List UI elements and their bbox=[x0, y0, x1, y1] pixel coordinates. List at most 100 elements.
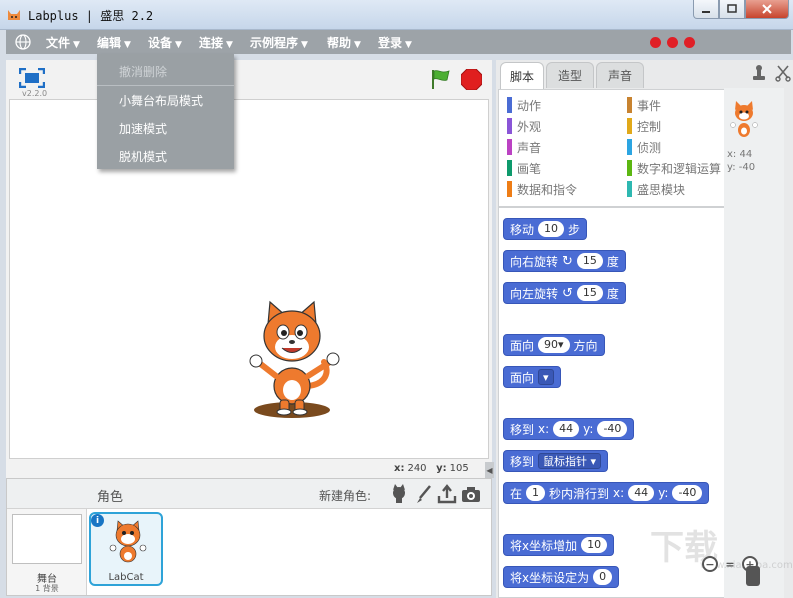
category-operators[interactable]: 数字和逻辑运算 bbox=[627, 160, 721, 177]
paint-brush-icon[interactable] bbox=[414, 484, 434, 504]
labcat-sprite[interactable] bbox=[246, 300, 346, 422]
menu-device[interactable]: 设备 ▼ bbox=[148, 34, 182, 51]
script-area-scrollbar[interactable] bbox=[746, 566, 760, 586]
stamp-icon[interactable] bbox=[751, 64, 767, 82]
sprite-y: y: -40 bbox=[727, 162, 756, 173]
sprite-name: LabCat bbox=[108, 572, 144, 583]
seconds-input[interactable]: 1 bbox=[526, 485, 546, 501]
degrees-input[interactable]: 15 bbox=[576, 285, 603, 301]
category-data[interactable]: 数据和指令 bbox=[507, 181, 577, 198]
menu-item-turbo-mode[interactable]: 加速模式 bbox=[119, 120, 167, 137]
stage-selector-header bbox=[7, 479, 87, 509]
current-sprite-icon bbox=[730, 101, 758, 137]
block-goto-xy[interactable]: 移到 x: 44 y: -40 bbox=[503, 418, 635, 440]
upload-icon[interactable] bbox=[437, 484, 457, 504]
green-flag-icon[interactable] bbox=[430, 68, 452, 90]
category-motion[interactable]: 动作 bbox=[507, 97, 541, 114]
tab-costumes[interactable]: 造型 bbox=[546, 62, 594, 88]
block-change-x[interactable]: 将x坐标增加 10 bbox=[503, 534, 615, 556]
goto-target-dropdown[interactable]: 鼠标指针 ▾ bbox=[538, 453, 602, 469]
direction-dropdown[interactable]: 90▾ bbox=[538, 337, 570, 353]
globe-icon[interactable] bbox=[14, 33, 32, 51]
caret-down-icon: ▼ bbox=[226, 40, 233, 50]
block-label: 移到 bbox=[510, 422, 535, 437]
menu-file[interactable]: 文件 ▼ bbox=[46, 34, 80, 51]
menu-item-small-stage[interactable]: 小舞台布局模式 bbox=[119, 92, 203, 109]
y-input[interactable]: -40 bbox=[672, 485, 703, 501]
x-input[interactable]: 44 bbox=[553, 421, 580, 437]
camera-icon[interactable] bbox=[461, 484, 481, 504]
menu-item-offline-mode[interactable]: 脱机模式 bbox=[119, 148, 167, 165]
stop-icon[interactable] bbox=[461, 69, 482, 90]
maximize-button[interactable] bbox=[719, 0, 745, 19]
caret-down-icon: ▼ bbox=[405, 40, 412, 50]
stage-selector[interactable]: 舞台 1 背景 bbox=[7, 479, 87, 595]
block-point-towards[interactable]: 面向 ▾ bbox=[503, 366, 561, 388]
stage-thumbnail[interactable] bbox=[12, 514, 82, 564]
block-glide[interactable]: 在 1 秒内滑行到 x: 44 y: -40 bbox=[503, 482, 710, 504]
minimize-button[interactable] bbox=[693, 0, 719, 19]
block-set-x[interactable]: 将x坐标设定为 0 bbox=[503, 566, 620, 588]
category-color-swatch bbox=[507, 160, 512, 176]
edit-dropdown-menu: 撤消删除 小舞台布局模式 加速模式 脱机模式 bbox=[97, 54, 234, 169]
sprite-library-icon[interactable] bbox=[389, 484, 409, 504]
block-turn-left[interactable]: 向左旋转 ↺ 15 度 bbox=[503, 282, 626, 304]
stage-canvas[interactable] bbox=[9, 99, 489, 459]
x-input[interactable]: 44 bbox=[628, 485, 655, 501]
info-icon[interactable]: i bbox=[91, 514, 104, 527]
block-goto-target[interactable]: 移到 鼠标指针 ▾ bbox=[503, 450, 609, 472]
block-point-direction[interactable]: 面向 90▾ 方向 bbox=[503, 334, 605, 356]
block-label: 移到 bbox=[510, 454, 535, 469]
menu-help[interactable]: 帮助 ▼ bbox=[327, 34, 361, 51]
maximize-icon bbox=[727, 4, 737, 13]
close-button[interactable] bbox=[745, 0, 789, 19]
block-turn-right[interactable]: 向右旋转 ↻ 15 度 bbox=[503, 250, 626, 272]
target-dropdown[interactable]: ▾ bbox=[538, 369, 554, 385]
fullscreen-icon[interactable] bbox=[19, 68, 45, 88]
block-label: 向左旋转 bbox=[510, 286, 559, 301]
category-labplus[interactable]: 盛思模块 bbox=[627, 181, 685, 198]
category-color-swatch bbox=[627, 139, 632, 155]
block-label: 移动 bbox=[510, 222, 535, 237]
zoom-reset-icon[interactable]: = bbox=[722, 556, 738, 572]
connection-status bbox=[650, 37, 695, 48]
block-label: y: bbox=[658, 486, 669, 500]
tab-sounds[interactable]: 声音 bbox=[596, 62, 644, 88]
sprites-title: 角色 bbox=[97, 490, 124, 505]
block-label: 将x坐标增加 bbox=[510, 538, 578, 553]
change-x-input[interactable]: 10 bbox=[581, 537, 608, 553]
category-sound[interactable]: 声音 bbox=[507, 139, 541, 156]
category-looks[interactable]: 外观 bbox=[507, 118, 541, 135]
menu-edit[interactable]: 编辑 ▼ bbox=[97, 34, 131, 51]
menu-examples[interactable]: 示例程序 ▼ bbox=[250, 34, 308, 51]
menu-item-undelete: 撤消删除 bbox=[119, 65, 168, 79]
block-move-steps[interactable]: 移动 10 步 bbox=[503, 218, 588, 240]
window-title: Labplus | 盛思 2.2 bbox=[28, 9, 154, 23]
version-label: v2.2.0 bbox=[22, 89, 48, 98]
collapse-stage-button[interactable]: ◀ bbox=[485, 462, 494, 478]
category-pen[interactable]: 画笔 bbox=[507, 160, 541, 177]
category-events[interactable]: 事件 bbox=[627, 97, 661, 114]
rotate-counterclockwise-icon: ↺ bbox=[562, 285, 573, 301]
steps-input[interactable]: 10 bbox=[538, 221, 565, 237]
degrees-input[interactable]: 15 bbox=[576, 253, 603, 269]
zoom-out-icon[interactable]: − bbox=[702, 556, 718, 572]
caret-down-icon: ▼ bbox=[354, 40, 361, 50]
category-color-swatch bbox=[627, 181, 632, 197]
mouse-coordinates: x: 240 y: 105 bbox=[394, 463, 469, 474]
scissors-icon[interactable] bbox=[775, 64, 791, 82]
category-sensing[interactable]: 侦测 bbox=[627, 139, 661, 156]
block-category-palette: 动作 外观 声音 画笔 数据和指令 事件 控制 侦测 数字和逻辑运算 盛思模块 bbox=[498, 89, 742, 207]
category-color-swatch bbox=[627, 118, 632, 134]
status-dot bbox=[650, 37, 661, 48]
sprite-tile-labcat[interactable]: i LabCat bbox=[89, 512, 163, 586]
y-input[interactable]: -40 bbox=[597, 421, 628, 437]
stage-backdrop-count: 1 背景 bbox=[35, 584, 59, 593]
caret-down-icon: ▾ bbox=[590, 455, 597, 468]
menu-connect[interactable]: 连接 ▼ bbox=[199, 34, 233, 51]
arrow-left-icon: ◀ bbox=[486, 465, 493, 475]
tab-scripts[interactable]: 脚本 bbox=[500, 62, 544, 90]
category-control[interactable]: 控制 bbox=[627, 118, 661, 135]
menu-login[interactable]: 登录 ▼ bbox=[378, 34, 412, 51]
set-x-input[interactable]: 0 bbox=[593, 569, 613, 585]
